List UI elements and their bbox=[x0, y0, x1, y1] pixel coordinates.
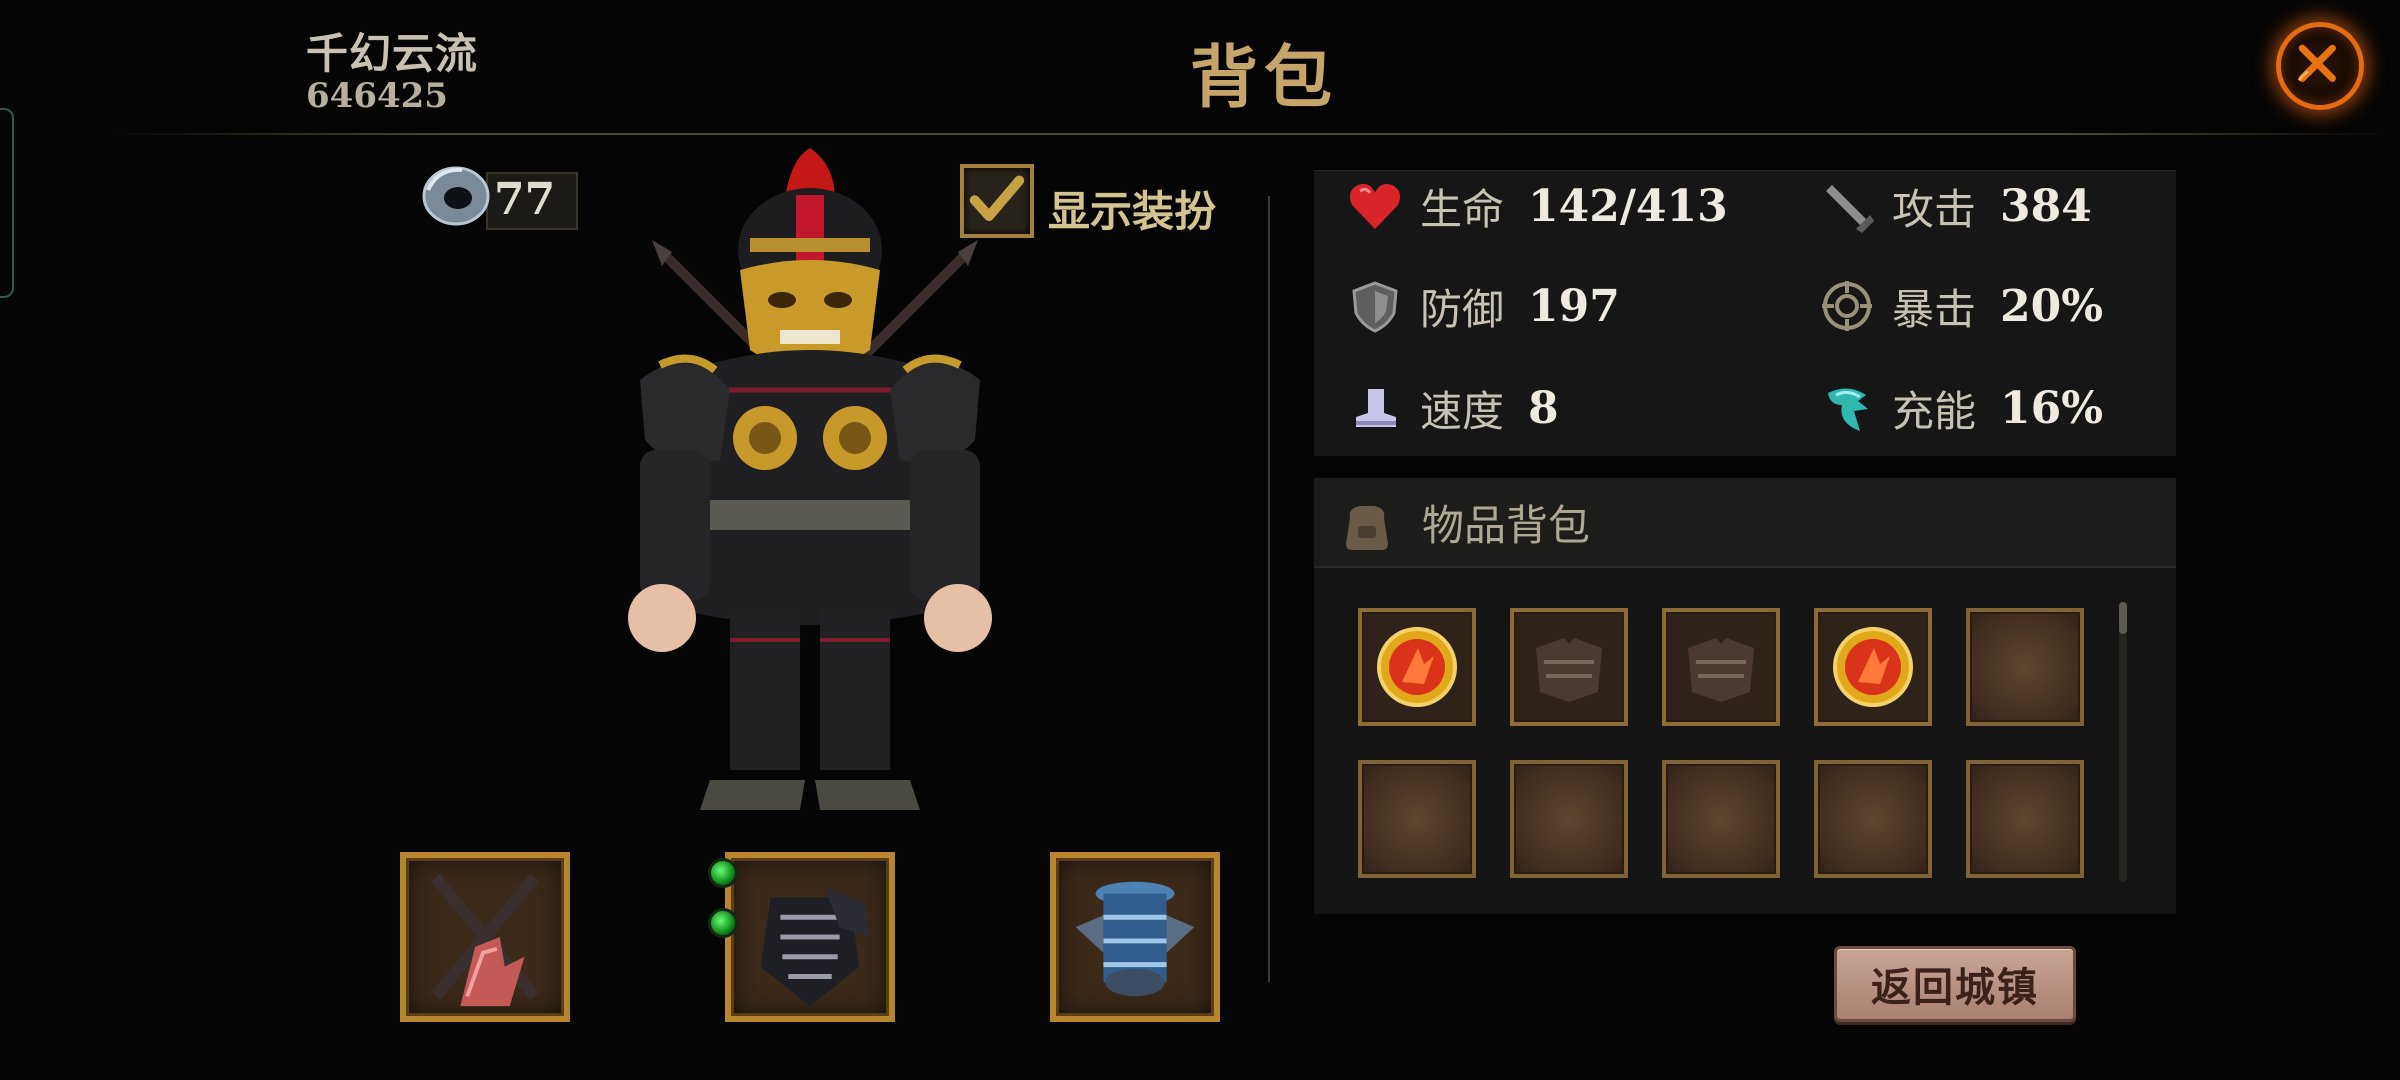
dark-armor-icon bbox=[1536, 638, 1602, 702]
crit-icon bbox=[1822, 281, 1872, 331]
stat-value: 16% bbox=[2000, 382, 2104, 434]
inventory-title: 物品背包 bbox=[1422, 501, 1591, 550]
stat-value: 197 bbox=[1528, 280, 1620, 332]
stat-label: 暴击 bbox=[1892, 284, 1977, 334]
armor-icon bbox=[760, 887, 870, 1007]
stat-attack: 攻击 384 bbox=[1818, 176, 2092, 236]
gem-socket-1 bbox=[708, 858, 738, 888]
inventory-slot[interactable] bbox=[1814, 608, 1932, 726]
inventory-slot-empty[interactable] bbox=[1966, 760, 2084, 878]
stat-label: 防御 bbox=[1420, 284, 1505, 334]
show-costume-label[interactable]: 显示装扮 bbox=[1048, 178, 1216, 239]
inventory-slot-empty[interactable] bbox=[1966, 608, 2084, 726]
heart-icon bbox=[1350, 184, 1400, 229]
stat-crit: 暴击 20% bbox=[1818, 276, 2103, 336]
inventory-slot-empty[interactable] bbox=[1662, 760, 1780, 878]
equip-slot-weapon[interactable] bbox=[400, 852, 570, 1022]
inventory-slot-empty[interactable] bbox=[1814, 760, 1932, 878]
dark-armor-icon bbox=[1688, 638, 1754, 702]
currency-value: 77 bbox=[494, 174, 556, 225]
charge-icon bbox=[1828, 388, 1868, 431]
stat-value: 142/413 bbox=[1528, 180, 1728, 232]
stat-label: 充能 bbox=[1892, 386, 1977, 436]
header-divider bbox=[110, 133, 2390, 135]
panel-divider bbox=[1268, 196, 1270, 982]
inventory-slot-empty[interactable] bbox=[1358, 760, 1476, 878]
equip-slot-armor[interactable] bbox=[725, 852, 895, 1022]
bag-icon bbox=[1346, 506, 1388, 550]
character-model[interactable] bbox=[600, 140, 1020, 820]
fire-coin-icon bbox=[1377, 627, 1457, 707]
inventory-slot[interactable] bbox=[1662, 608, 1780, 726]
stat-defense: 防御 197 bbox=[1346, 276, 1620, 336]
stat-label: 速度 bbox=[1420, 386, 1505, 436]
boot-icon bbox=[1356, 389, 1396, 427]
equip-slot-accessory[interactable] bbox=[1050, 852, 1220, 1022]
close-icon bbox=[2297, 44, 2336, 82]
return-to-town-button[interactable]: 返回城镇 bbox=[1834, 946, 2076, 1022]
inventory-slot-empty[interactable] bbox=[1510, 760, 1628, 878]
gem-socket-2 bbox=[708, 908, 738, 938]
player-name: 千幻云流 bbox=[306, 29, 479, 78]
inventory-slot[interactable] bbox=[1510, 608, 1628, 726]
stat-value: 384 bbox=[2000, 180, 2092, 232]
ring-icon bbox=[422, 166, 490, 226]
stat-speed: 速度 8 bbox=[1346, 378, 1559, 438]
page-title: 背包 bbox=[1190, 38, 1339, 118]
inventory-scrollbar[interactable] bbox=[2119, 602, 2127, 882]
player-id: 646425 bbox=[306, 76, 448, 116]
inventory-scroll-thumb[interactable] bbox=[2119, 602, 2127, 634]
close-button[interactable] bbox=[2276, 22, 2364, 110]
side-drawer-tab[interactable] bbox=[0, 108, 14, 298]
fire-coin-icon bbox=[1833, 627, 1913, 707]
shield-icon bbox=[1352, 281, 1398, 333]
stat-value: 20% bbox=[2000, 280, 2104, 332]
sword-icon bbox=[1826, 185, 1874, 233]
stat-label: 生命 bbox=[1420, 184, 1505, 234]
blue-armor-icon bbox=[1075, 881, 1195, 997]
crossed-blades-icon bbox=[431, 873, 539, 1007]
stat-value: 8 bbox=[1528, 382, 1559, 434]
stat-label: 攻击 bbox=[1892, 184, 1977, 234]
inventory-slot[interactable] bbox=[1358, 608, 1476, 726]
stat-hp: 生命 142/413 bbox=[1346, 176, 1728, 236]
stat-charge: 充能 16% bbox=[1818, 378, 2103, 438]
